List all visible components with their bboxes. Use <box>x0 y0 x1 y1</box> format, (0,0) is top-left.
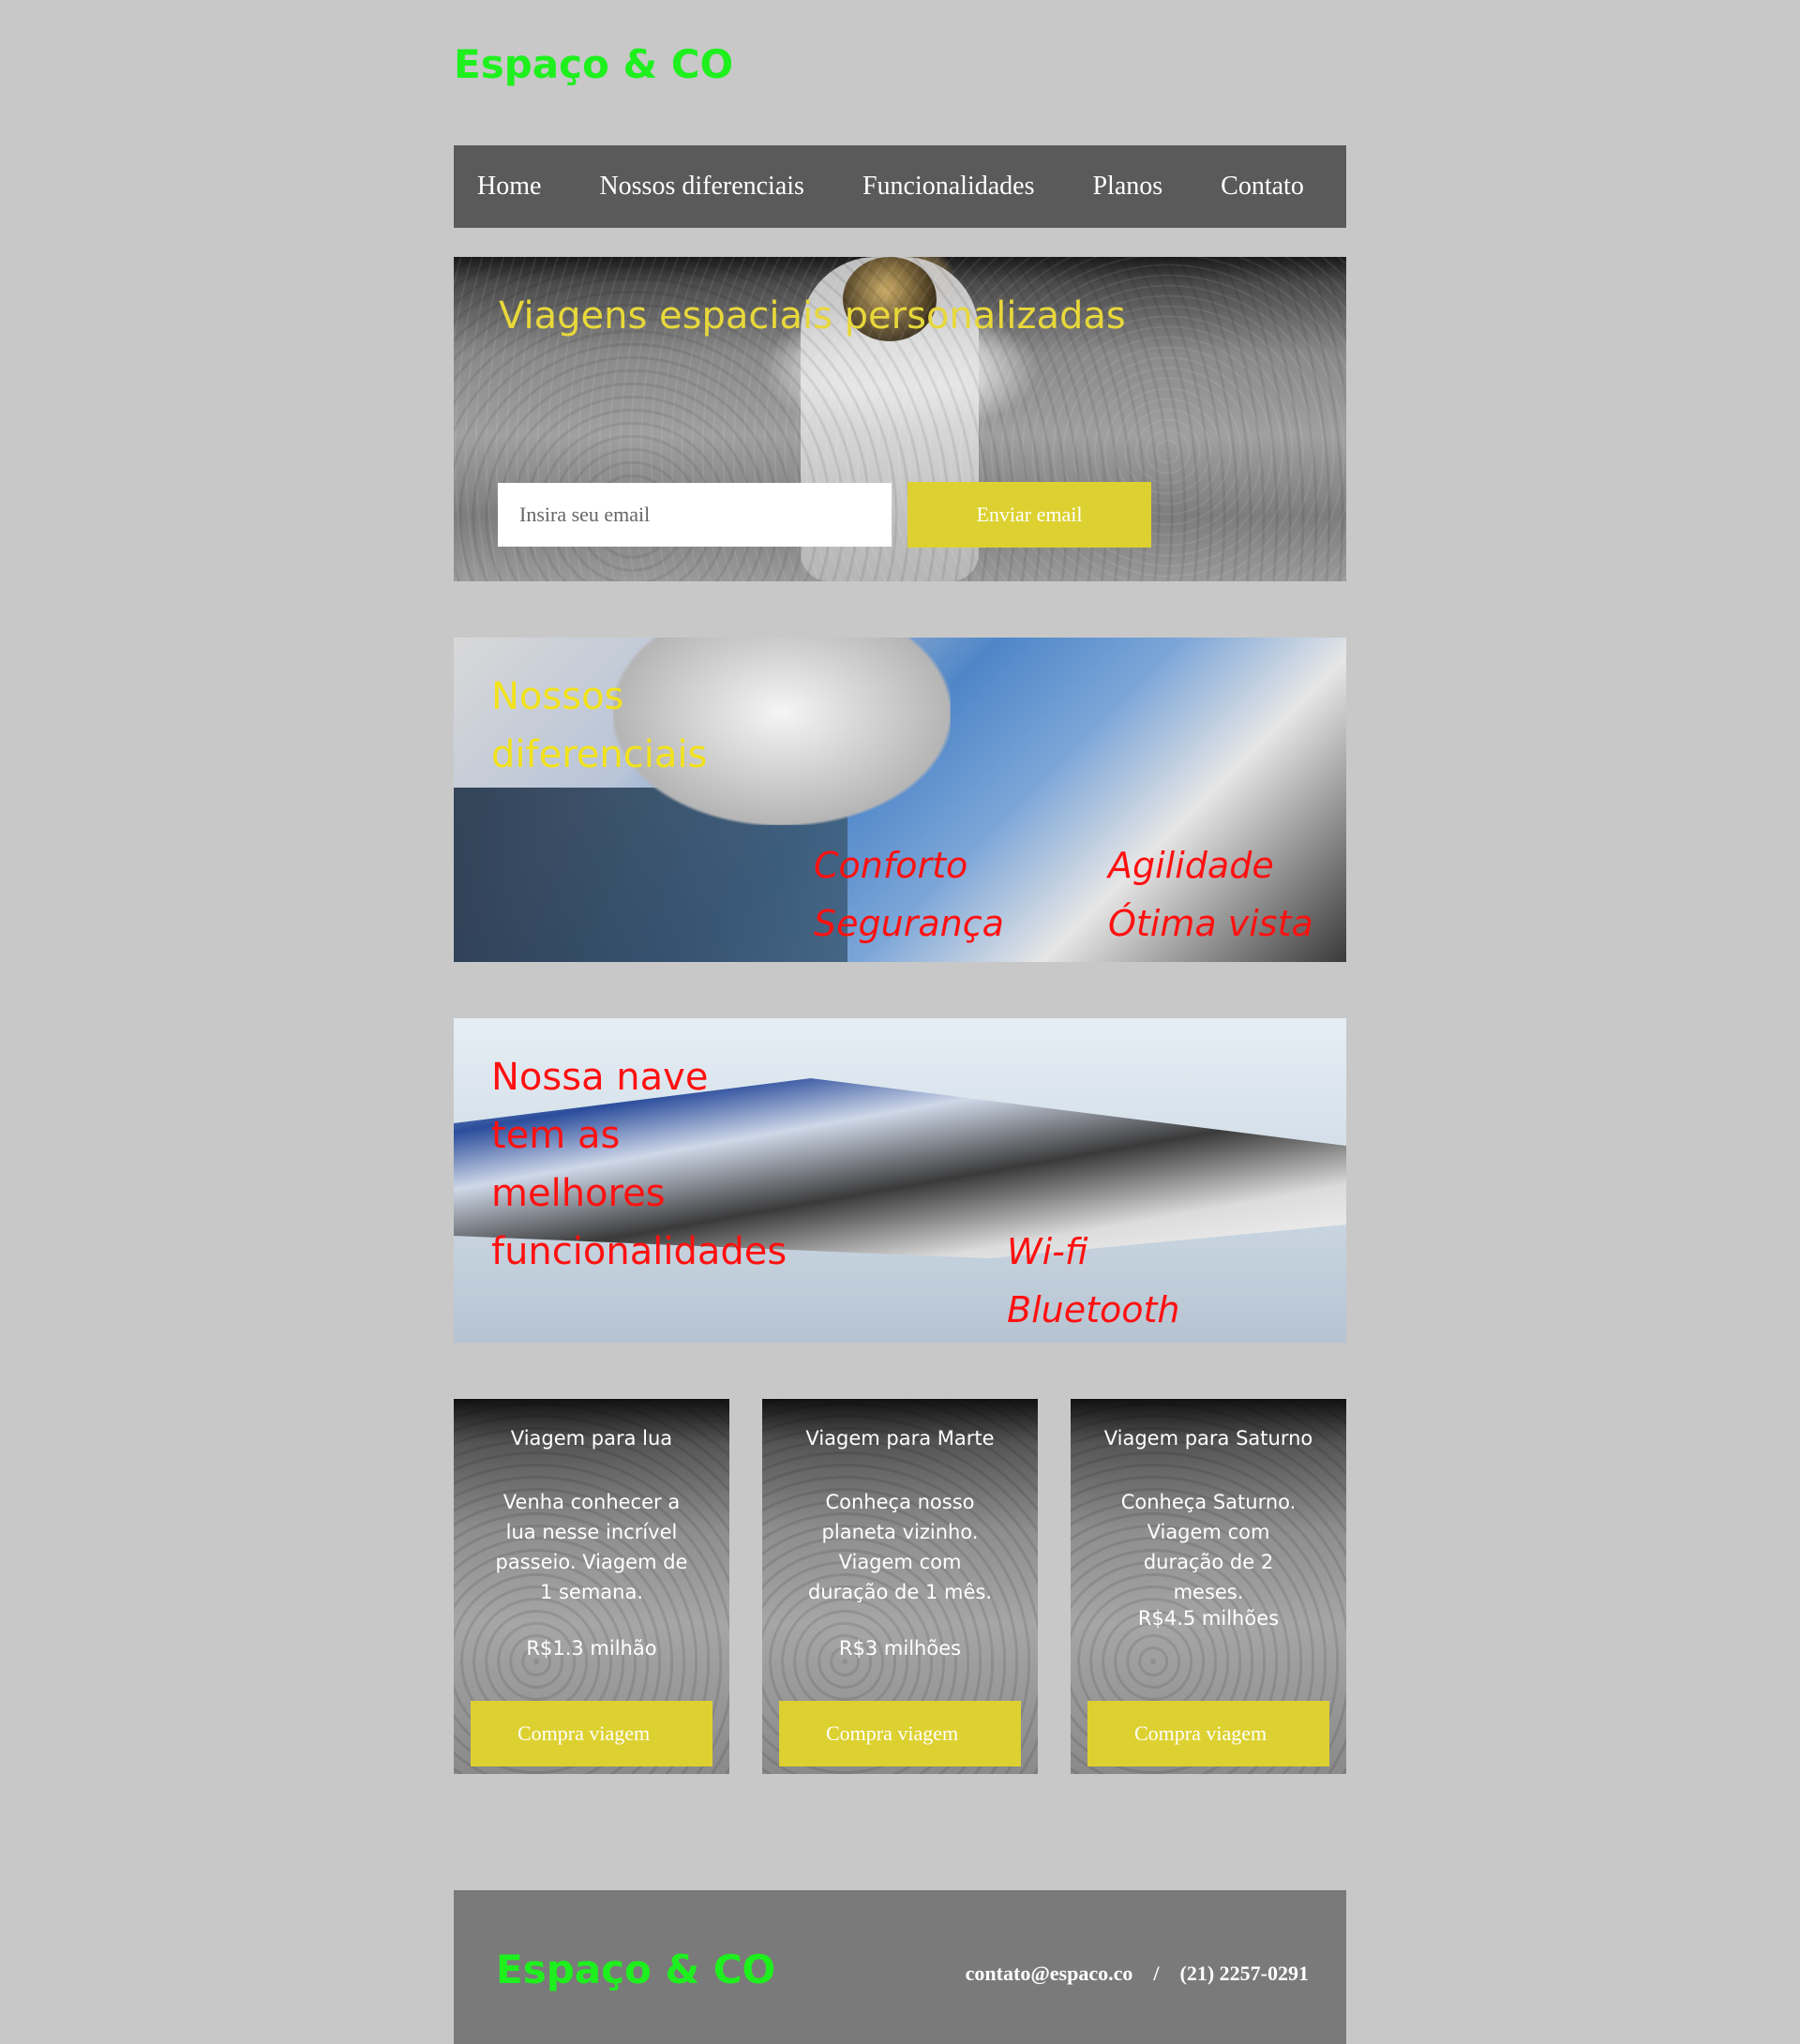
differentials-section: Nossos diferenciais Conforto Segurança A… <box>454 638 1346 962</box>
footer-logo[interactable]: Espaço & CO <box>496 1946 775 1992</box>
footer-phone[interactable]: (21) 2257-0291 <box>1180 1961 1309 1985</box>
hero-title: Viagens espaciais personalizadas <box>499 294 1126 338</box>
email-input[interactable] <box>498 483 892 547</box>
buy-trip-button[interactable]: Compra viagem <box>1088 1701 1329 1766</box>
hero-section: Viagens espaciais personalizadas Enviar … <box>454 257 1346 581</box>
nav-home[interactable]: Home <box>477 172 541 202</box>
footer-email[interactable]: contato@espaco.co <box>966 1961 1133 1985</box>
plan-card: Viagem para lua Venha conhecer a lua nes… <box>454 1399 729 1774</box>
main-nav: Home Nossos diferenciais Funcionalidades… <box>454 145 1346 228</box>
differential-item: Conforto <box>814 845 968 886</box>
nav-planos[interactable]: Planos <box>1092 172 1162 202</box>
send-email-button[interactable]: Enviar email <box>908 482 1151 548</box>
plan-title: Viagem para Marte <box>805 1427 995 1450</box>
plan-price: R$4.5 milhões <box>1137 1607 1280 1630</box>
differential-item: Ótima vista <box>1108 903 1313 944</box>
nav-funcionalidades[interactable]: Funcionalidades <box>862 172 1035 202</box>
feature-item: Bluetooth <box>1007 1289 1180 1330</box>
plan-price: R$1.3 milhão <box>526 1637 657 1660</box>
plan-title: Viagem para lua <box>510 1427 673 1450</box>
plans-section: Viagem para lua Venha conhecer a lua nes… <box>454 1399 1346 1774</box>
differential-item: Segurança <box>814 903 1004 944</box>
plan-card: Viagem para Saturno Conheça Saturno. Via… <box>1071 1399 1346 1774</box>
plan-description: Conheça nosso planeta vizinho. Viagem co… <box>807 1491 993 1603</box>
plan-price: R$3 milhões <box>838 1637 962 1660</box>
plan-card: Viagem para Marte Conheça nosso planeta … <box>762 1399 1038 1774</box>
features-title: Nossa nave tem as melhores funcionalidad… <box>491 1056 788 1273</box>
buy-trip-button[interactable]: Compra viagem <box>779 1701 1021 1766</box>
nav-diferenciais[interactable]: Nossos diferenciais <box>599 172 804 202</box>
features-section: Nossa nave tem as melhores funcionalidad… <box>454 1018 1346 1343</box>
plan-description: Venha conhecer a lua nesse incrível pass… <box>495 1491 688 1603</box>
differential-item: Agilidade <box>1108 845 1274 886</box>
feature-item: Wi-fi <box>1007 1231 1088 1272</box>
nav-contato[interactable]: Contato <box>1221 172 1304 202</box>
footer-separator: / <box>1153 1961 1160 1985</box>
site-logo[interactable]: Espaço & CO <box>454 41 733 87</box>
footer-contact: contato@espaco.co / (21) 2257-0291 <box>966 1961 1309 1986</box>
plan-title: Viagem para Saturno <box>1103 1427 1313 1450</box>
buy-trip-button[interactable]: Compra viagem <box>471 1701 712 1766</box>
differentials-title: Nossos diferenciais <box>491 675 708 776</box>
site-footer: Espaço & CO contato@espaco.co / (21) 225… <box>454 1890 1346 2044</box>
plan-description: Conheça Saturno. Viagem com duração de 2… <box>1120 1491 1297 1603</box>
